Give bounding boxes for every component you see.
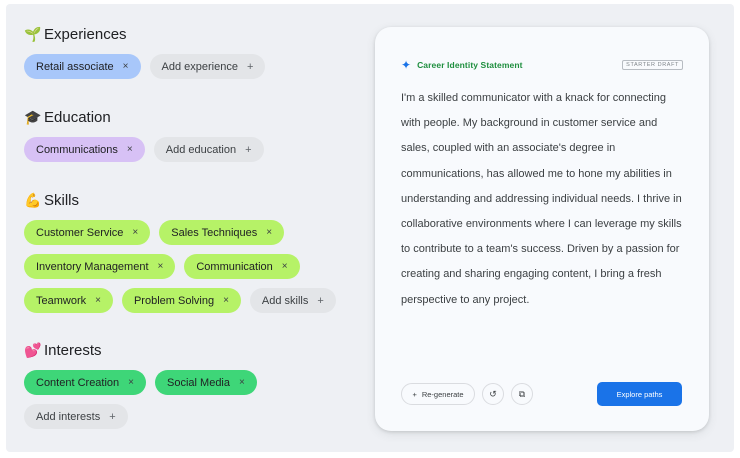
interests-title: Interests — [44, 341, 102, 359]
history-icon: ↺ — [489, 388, 497, 399]
card-title: Career Identity Statement — [417, 60, 523, 70]
remove-icon[interactable]: × — [266, 227, 272, 238]
card-header: ✦ Career Identity Statement STARTER DRAF… — [401, 58, 683, 72]
starter-draft-badge: STARTER DRAFT — [622, 60, 683, 70]
add-skills-button[interactable]: Add skills + — [249, 288, 336, 313]
sparkle-icon: ✦ — [401, 58, 412, 72]
skills-section: 💪 Skills Customer Service × Sales Techni… — [24, 190, 336, 322]
copy-icon: ⧉ — [518, 388, 526, 399]
remove-icon[interactable]: × — [123, 61, 129, 72]
chip-label: Problem Solving — [133, 294, 215, 307]
two-hearts-icon: 💕 — [24, 341, 42, 358]
remove-icon[interactable]: × — [223, 295, 229, 306]
remove-icon[interactable]: × — [282, 261, 288, 272]
regenerate-button[interactable]: + Re-generate — [401, 383, 475, 405]
remove-icon[interactable]: × — [239, 377, 245, 388]
skill-chip[interactable]: Inventory Management × — [24, 254, 176, 279]
regenerate-label: Re-generate — [421, 389, 464, 399]
education-section: 🎓 Education Communications × Add educati… — [24, 107, 264, 171]
copy-button[interactable]: ⧉ — [511, 383, 533, 405]
card-actions: + Re-generate ↺ ⧉ Explore paths — [401, 382, 682, 406]
interest-chip[interactable]: Content Creation × — [24, 370, 147, 395]
experiences-section: 🌱 Experiences Retail associate × Add exp… — [24, 24, 266, 88]
career-statement-text: I'm a skilled communicator with a knack … — [401, 92, 682, 306]
plus-icon: + — [412, 389, 417, 399]
education-title: Education — [44, 108, 111, 126]
interest-chip[interactable]: Social Media × — [155, 370, 257, 395]
skill-chip[interactable]: Teamwork × — [24, 288, 113, 313]
skill-chip[interactable]: Customer Service × — [24, 220, 151, 245]
chip-label: Teamwork — [36, 294, 87, 307]
add-experience-label: Add experience — [161, 60, 238, 73]
remove-icon[interactable]: × — [127, 144, 133, 155]
experience-chip[interactable]: Retail associate × — [24, 54, 141, 79]
history-button[interactable]: ↺ — [482, 383, 504, 405]
experiences-header: 🌱 Experiences — [24, 24, 265, 44]
skill-chip[interactable]: Sales Techniques × — [159, 220, 285, 245]
add-interests-button[interactable]: Add interests + — [24, 404, 128, 429]
explore-paths-button[interactable]: Explore paths — [597, 382, 682, 406]
education-header: 🎓 Education — [24, 107, 264, 127]
skill-chip[interactable]: Problem Solving × — [121, 288, 241, 313]
skill-chip[interactable]: Communication × — [184, 254, 300, 279]
chip-label: Inventory Management — [36, 260, 149, 273]
skills-title: Skills — [44, 191, 80, 209]
interests-header: 💕 Interests — [24, 340, 257, 360]
interests-section: 💕 Interests Content Creation × Social Me… — [24, 340, 257, 438]
add-education-label: Add education — [165, 143, 237, 156]
remove-icon[interactable]: × — [128, 377, 134, 388]
seedling-icon: 🌱 — [24, 25, 42, 42]
plus-icon: + — [246, 60, 254, 73]
remove-icon[interactable]: × — [95, 295, 101, 306]
add-experience-button[interactable]: Add experience + — [149, 54, 266, 79]
plus-icon: + — [109, 410, 116, 423]
add-education-button[interactable]: Add education + — [153, 137, 264, 162]
plus-icon: + — [317, 294, 324, 307]
chip-label: Communications — [36, 143, 118, 156]
education-chip[interactable]: Communications × — [24, 137, 145, 162]
chip-label: Customer Service — [36, 226, 124, 239]
skills-header: 💪 Skills — [24, 190, 336, 210]
add-interests-label: Add interests — [36, 410, 101, 423]
chip-label: Sales Techniques — [171, 226, 258, 239]
chip-label: Social Media — [167, 376, 230, 389]
remove-icon[interactable]: × — [158, 261, 164, 272]
chip-label: Communication — [196, 260, 273, 273]
experiences-title: Experiences — [44, 25, 127, 43]
add-skills-label: Add skills — [261, 294, 309, 307]
graduation-cap-icon: 🎓 — [24, 108, 42, 125]
chip-label: Content Creation — [36, 376, 120, 389]
plus-icon: + — [245, 143, 252, 156]
remove-icon[interactable]: × — [132, 227, 138, 238]
flexed-biceps-icon: 💪 — [24, 191, 42, 208]
chip-label: Retail associate — [36, 60, 114, 73]
career-statement-card: ✦ Career Identity Statement STARTER DRAF… — [375, 27, 709, 431]
